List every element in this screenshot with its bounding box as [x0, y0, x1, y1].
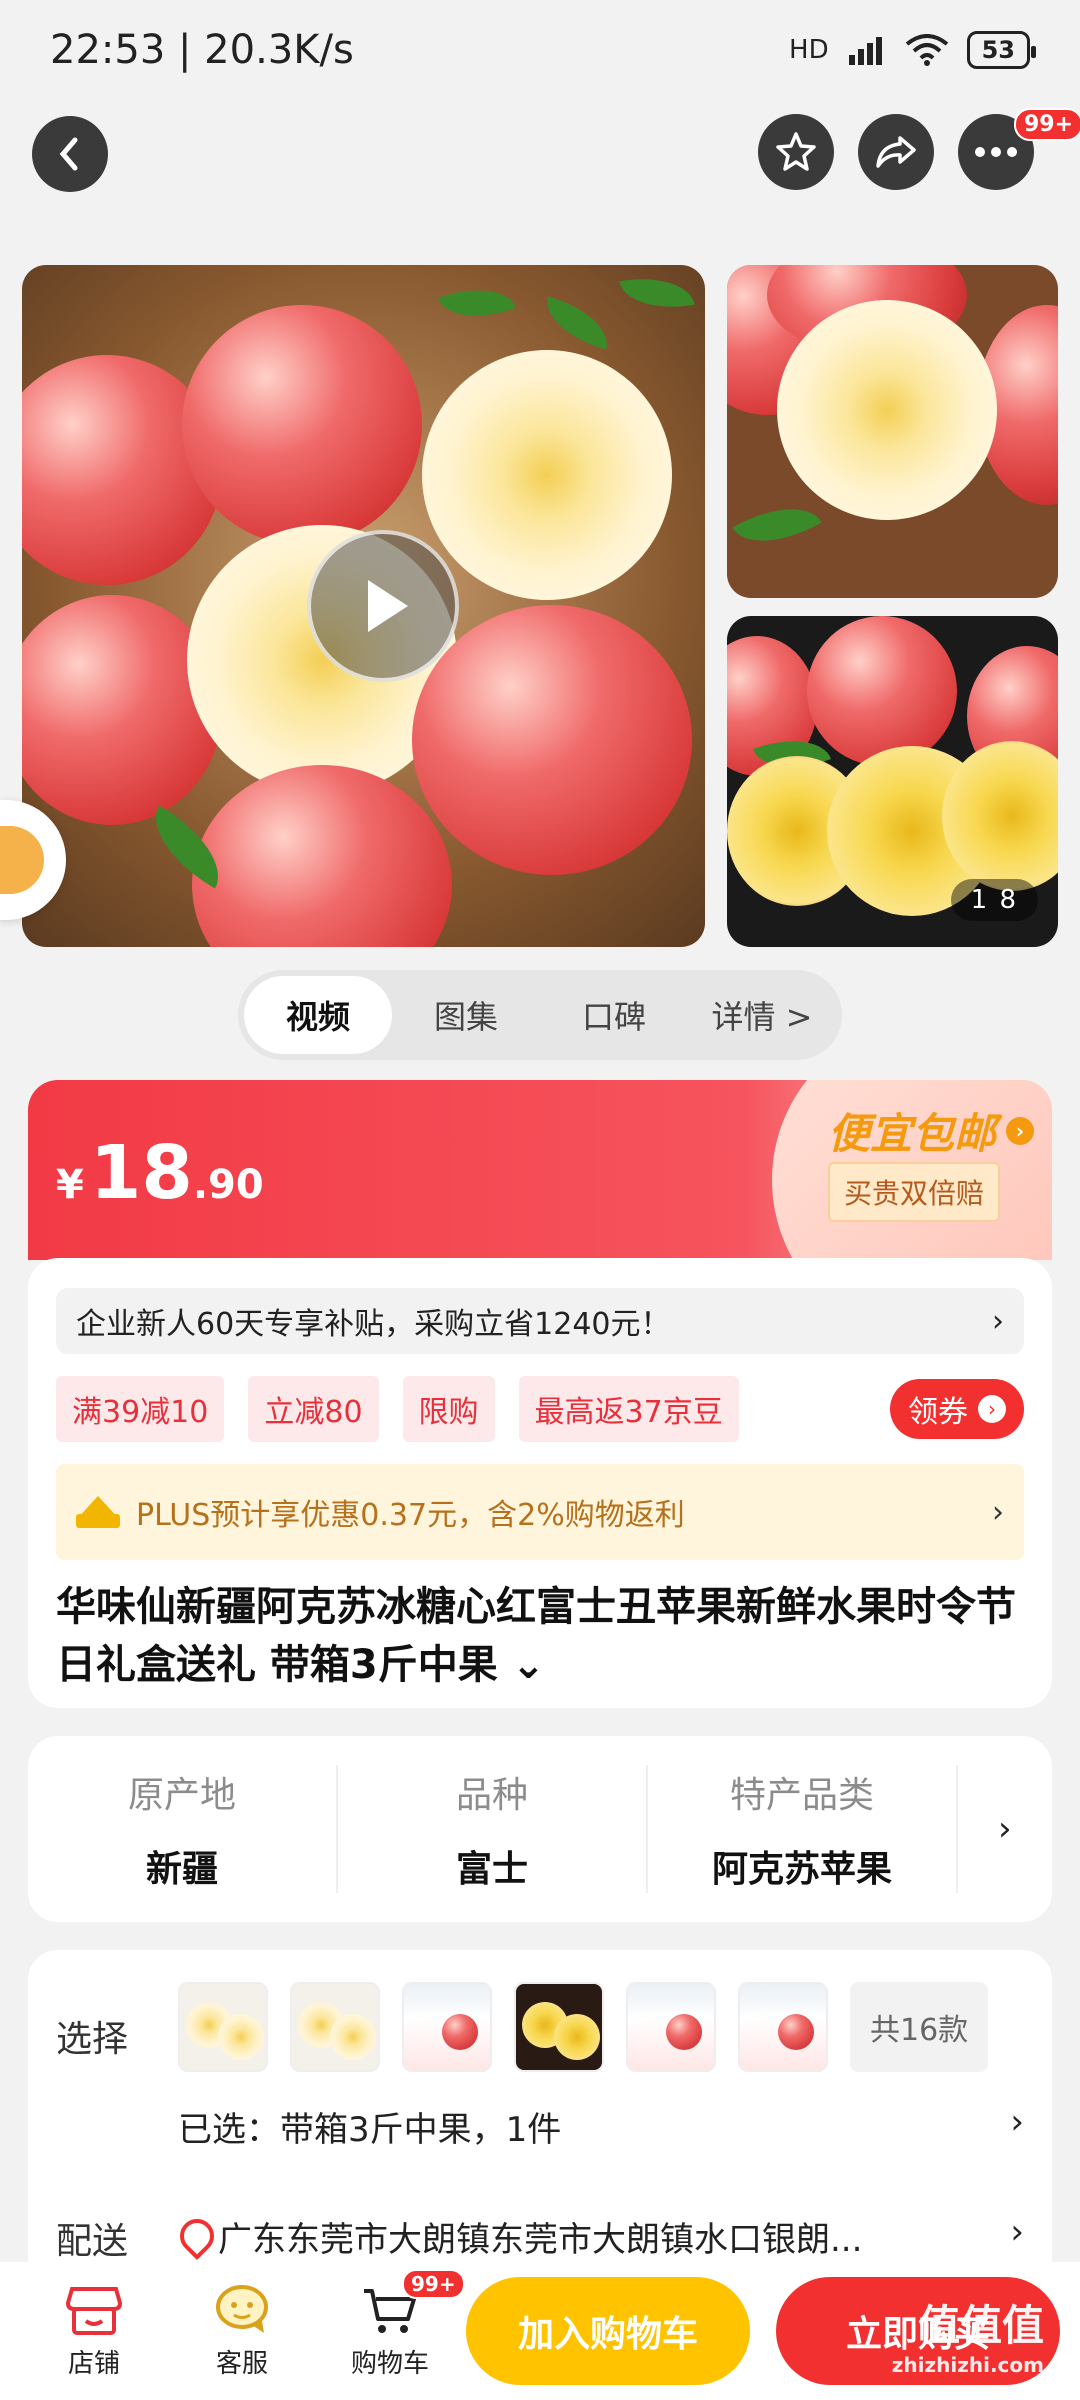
chevron-right-icon: ›	[1006, 1116, 1034, 1145]
apple-cut-image	[777, 300, 997, 520]
more-dots-icon	[975, 147, 1017, 157]
share-icon	[876, 136, 916, 168]
chevron-left-icon	[59, 137, 78, 171]
apple-image	[412, 605, 692, 875]
apple-image	[192, 765, 452, 947]
variant-thumbnails: 共16款	[178, 1982, 989, 2072]
promo-chip[interactable]: 立减80	[248, 1376, 379, 1442]
selected-variant[interactable]: 已选：带箱3斤中果，1件	[178, 2102, 561, 2151]
price-banner: ¥ 18 .90 便宜包邮 › 买贵双倍赔	[28, 1080, 1052, 1260]
chevron-right-icon: ›	[992, 1494, 1004, 1530]
attribute-category: 特产品类 阿克苏苹果	[648, 1765, 958, 1893]
tab-details[interactable]: 详情 >	[688, 976, 836, 1054]
chevron-right-icon[interactable]: ›	[1010, 2102, 1024, 2142]
battery-icon: 53	[966, 31, 1037, 69]
top-nav: 99+	[0, 108, 1080, 200]
back-button[interactable]	[32, 116, 108, 192]
favorite-button[interactable]	[758, 114, 834, 190]
location-pin-icon	[178, 2219, 208, 2255]
product-title[interactable]: 华味仙新疆阿克苏冰糖心红富士丑苹果新鲜水果时令节日礼盒送礼 带箱3斤中果 ⌄	[56, 1578, 1024, 1694]
select-label: 选择	[56, 2019, 129, 2060]
apple-image	[182, 305, 422, 545]
variant-thumbnail[interactable]	[178, 1982, 268, 2072]
all-variants-button[interactable]: 共16款	[850, 1982, 989, 2072]
promo-chips: 满39减10 立减80 限购 最高返37京豆 领券 ›	[56, 1376, 1024, 1442]
chat-icon	[216, 2284, 268, 2333]
main-video-thumbnail[interactable]	[22, 265, 705, 947]
gallery-thumbnail-1[interactable]	[727, 265, 1058, 598]
gallery-thumbnail-2[interactable]: 1 8	[727, 616, 1058, 947]
wifi-icon	[905, 34, 948, 66]
cart-button[interactable]: 99+ 购物车	[316, 2268, 465, 2380]
buy-now-button[interactable]: 立即购买 值值值 zhizhizhi.com	[776, 2277, 1060, 2385]
star-icon	[776, 132, 816, 171]
crown-icon	[76, 1496, 120, 1528]
variant-thumbnail[interactable]	[626, 1982, 716, 2072]
promo-chip[interactable]: 满39减10	[56, 1376, 225, 1442]
media-tabs: 视频 图集 口碑 详情 >	[238, 970, 842, 1060]
watermark: 值值值 zhizhizhi.com	[891, 2301, 1044, 2377]
network-icon: HD	[789, 35, 829, 65]
play-button[interactable]	[307, 530, 459, 682]
cart-badge: 99+	[402, 2268, 465, 2299]
product-info-card: 企业新人60天专享补贴，采购立省1240元！ › 满39减10 立减80 限购 …	[28, 1258, 1052, 1708]
apple-cut-image	[422, 350, 672, 600]
product-attributes[interactable]: 原产地 新疆 品种 富士 特产品类 阿克苏苹果 ›	[28, 1736, 1052, 1922]
share-button[interactable]	[858, 114, 934, 190]
more-badge: 99+	[1014, 108, 1080, 141]
bottom-action-bar: 店铺 客服 99+ 购物车 加入购物车 立即购买 值值值 zhizhizhi.c…	[0, 2262, 1080, 2400]
get-coupon-button[interactable]: 领券 ›	[890, 1379, 1024, 1439]
attribute-origin: 原产地 新疆	[28, 1765, 338, 1893]
chevron-right-icon[interactable]: ›	[1010, 2212, 1024, 2252]
store-icon	[65, 2286, 123, 2335]
chevron-right-icon[interactable]: ›	[998, 1809, 1012, 1849]
plus-benefit-banner[interactable]: PLUS预计享优惠0.37元，含2%购物返利 ›	[56, 1464, 1024, 1560]
tab-gallery[interactable]: 图集	[392, 976, 540, 1054]
variant-thumbnail[interactable]	[290, 1982, 380, 2072]
more-button[interactable]: 99+	[958, 108, 1080, 190]
selection-card: 选择 共16款 已选：带箱3斤中果，1件 › 配送 广东东莞市大朗镇东莞市大朗镇…	[28, 1950, 1052, 2290]
delivery-label: 配送	[56, 2221, 129, 2262]
tab-reviews[interactable]: 口碑	[540, 976, 688, 1054]
signal-icon	[848, 37, 882, 65]
status-bar: 22:53 | 20.3K/s HD 53	[0, 0, 1080, 100]
add-to-cart-button[interactable]: 加入购物车	[466, 2277, 750, 2385]
price: ¥ 18 .90	[56, 1130, 264, 1216]
delivery-address[interactable]: 广东东莞市大朗镇东莞市大朗镇水口银朗...	[178, 2212, 958, 2261]
customer-service-button[interactable]: 客服	[168, 2283, 316, 2380]
promo-chip[interactable]: 最高返37京豆	[518, 1376, 739, 1442]
tab-video[interactable]: 视频	[244, 976, 392, 1054]
chevron-right-icon: ›	[992, 1303, 1004, 1339]
promo-chip[interactable]: 限购	[402, 1376, 495, 1442]
price-guarantee-badge: 买贵双倍赔	[827, 1162, 1000, 1222]
chevron-right-icon: ›	[978, 1395, 1006, 1423]
variant-thumbnail[interactable]	[514, 1982, 604, 2072]
attribute-variety: 品种 富士	[338, 1765, 648, 1893]
variant-thumbnail[interactable]	[738, 1982, 828, 2072]
subsidy-banner[interactable]: 企业新人60天专享补贴，采购立省1240元！ ›	[56, 1288, 1024, 1354]
store-button[interactable]: 店铺	[20, 2283, 168, 2380]
product-gallery: 1 8	[22, 265, 1058, 947]
promo-title[interactable]: 便宜包邮 ›	[828, 1100, 1034, 1161]
status-time: 22:53 | 20.3K/s	[50, 27, 354, 73]
gallery-counter: 1 8	[950, 879, 1038, 921]
variant-thumbnail[interactable]	[402, 1982, 492, 2072]
